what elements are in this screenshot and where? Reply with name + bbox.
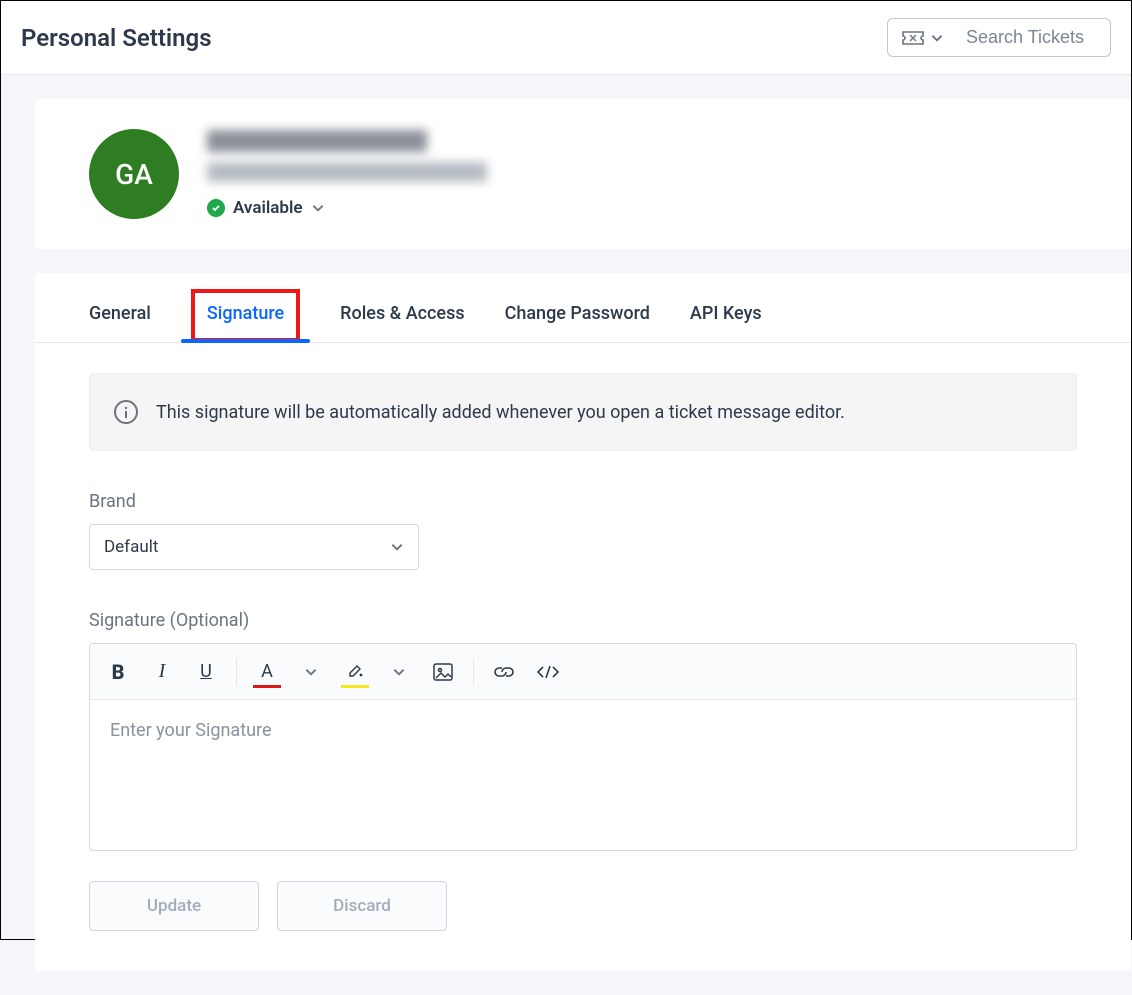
editor-textarea[interactable]: Enter your Signature: [90, 700, 1076, 850]
profile-name-redacted: [207, 130, 427, 152]
update-button[interactable]: Update: [89, 881, 259, 931]
bg-color-button[interactable]: [333, 652, 377, 692]
availability-status[interactable]: Available: [207, 198, 487, 218]
bg-color-dropdown[interactable]: [377, 652, 421, 692]
bold-button[interactable]: B: [96, 652, 140, 692]
underline-button[interactable]: U: [184, 652, 228, 692]
tab-change-password[interactable]: Change Password: [505, 303, 650, 342]
code-button[interactable]: [526, 652, 570, 692]
brand-selected-value: Default: [104, 537, 158, 557]
divider: [473, 658, 474, 686]
info-banner: This signature will be automatically add…: [89, 373, 1077, 451]
text-color-button[interactable]: A: [245, 652, 289, 692]
status-label: Available: [233, 198, 303, 218]
tab-roles-access[interactable]: Roles & Access: [340, 303, 464, 342]
info-icon: [114, 400, 138, 424]
signature-label: Signature (Optional): [89, 610, 1077, 631]
chevron-down-icon: [930, 31, 944, 45]
brand-select[interactable]: Default: [89, 524, 419, 570]
tab-signature[interactable]: Signature: [191, 289, 300, 342]
chevron-down-icon: [390, 540, 404, 554]
brand-field: Brand Default: [89, 491, 1077, 570]
brand-label: Brand: [89, 491, 1077, 512]
italic-button[interactable]: I: [140, 652, 184, 692]
text-color-dropdown[interactable]: [289, 652, 333, 692]
avatar: GA: [89, 129, 179, 219]
signature-field: Signature (Optional) B I U A: [89, 610, 1077, 851]
editor-toolbar: B I U A: [90, 644, 1076, 700]
profile-card: GA Available: [35, 99, 1131, 249]
info-text: This signature will be automatically add…: [156, 402, 845, 423]
divider: [236, 658, 237, 686]
link-button[interactable]: [482, 652, 526, 692]
tab-bar: General Signature Roles & Access Change …: [35, 273, 1131, 343]
search-tickets-box[interactable]: [887, 18, 1111, 57]
tab-general[interactable]: General: [89, 303, 151, 342]
search-input[interactable]: [966, 27, 1096, 48]
chevron-down-icon: [311, 201, 325, 215]
profile-email-redacted: [207, 162, 487, 182]
discard-button[interactable]: Discard: [277, 881, 447, 931]
ticket-icon: [902, 30, 924, 46]
check-circle-icon: [207, 199, 225, 217]
image-button[interactable]: [421, 652, 465, 692]
page-title: Personal Settings: [21, 24, 212, 52]
tabs-card: General Signature Roles & Access Change …: [35, 273, 1131, 971]
tab-api-keys[interactable]: API Keys: [690, 303, 762, 342]
signature-editor: B I U A: [89, 643, 1077, 851]
editor-placeholder: Enter your Signature: [110, 720, 272, 741]
